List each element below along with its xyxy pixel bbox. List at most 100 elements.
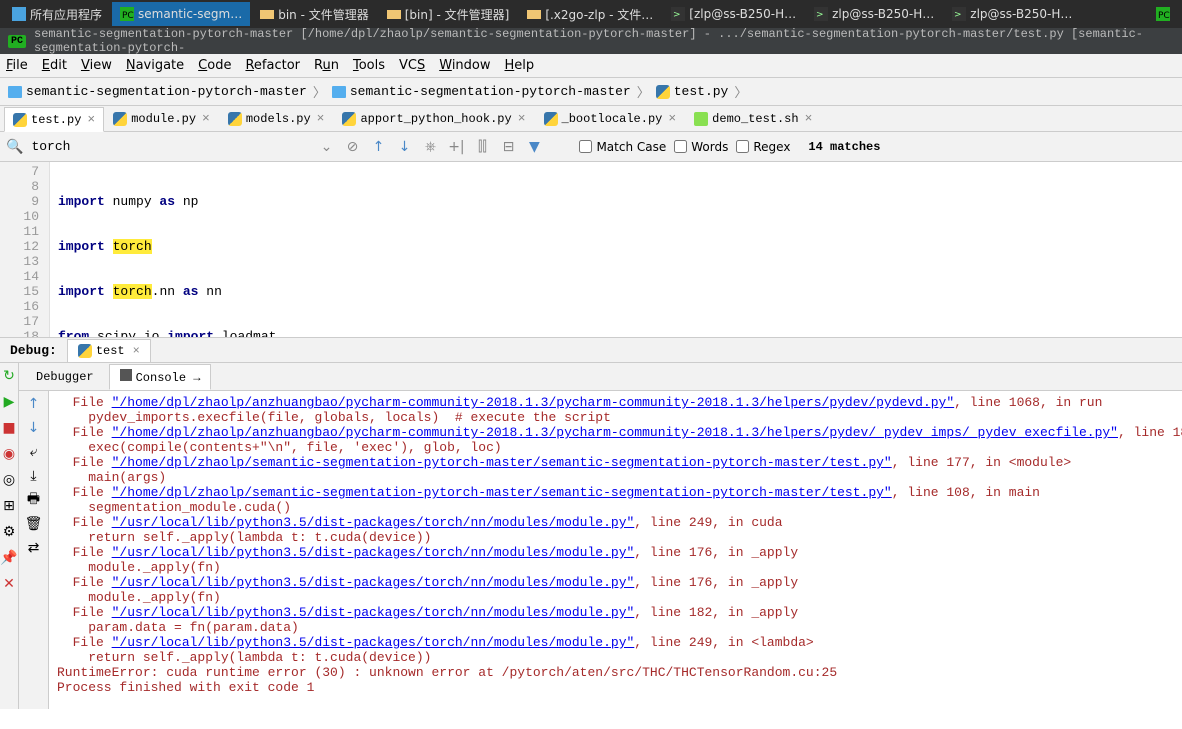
tab-module[interactable]: module.py× [104,106,219,131]
compare-icon[interactable]: ⇄ [25,539,43,557]
clear-icon[interactable]: 🗑 [25,515,43,533]
tab-label: models.py [246,112,311,126]
breadcrumb-label: semantic-segmentation-pytorch-master [350,84,631,99]
breadcrumb-item[interactable]: semantic-segmentation-pytorch-master [8,84,307,99]
editor-area: 789101112131415161718 import numpy as np… [0,162,1182,337]
menu-run[interactable]: Run [314,58,339,73]
editor-tabs: test.py× module.py× models.py × apport_py… [0,106,1182,132]
tab-demo-test[interactable]: demo_test.sh × [685,106,821,131]
match-case-checkbox[interactable]: Match Case [579,140,666,154]
stop-icon[interactable]: ■ [0,419,18,437]
debug-config-name: test [96,344,125,358]
pin-icon[interactable]: 📌 [0,549,18,567]
menu-file[interactable]: File [6,58,28,73]
ide-titlebar: PC semantic-segmentation-pytorch-master … [0,28,1182,54]
console-tab[interactable]: Console → [109,364,212,390]
taskbar-apps[interactable]: 所有应用程序 [4,2,110,26]
filemanager-icon [527,7,541,21]
close-icon[interactable]: × [805,111,813,126]
python-file-icon [13,113,27,127]
view-breakpoints-icon[interactable]: ◉ [0,445,18,463]
select-occurrences-icon[interactable]: ⫿⫿ [473,138,491,156]
menu-code[interactable]: Code [198,58,231,73]
menu-edit[interactable]: Edit [42,58,67,73]
clear-icon[interactable]: ⊘ [343,138,361,156]
soft-wrap-icon[interactable]: ⤶ [25,443,43,461]
match-count: 14 matches [808,140,880,154]
python-file-icon [228,112,242,126]
search-input[interactable] [31,139,291,154]
scroll-to-end-icon[interactable]: ⤓ [25,467,43,485]
tab-bootlocale[interactable]: _bootlocale.py× [535,106,686,131]
exclude-icon[interactable]: ⊟ [499,138,517,156]
svg-text:>: > [816,10,824,20]
close-icon[interactable]: × [87,112,95,127]
taskbar-label: 所有应用程序 [30,6,102,23]
menu-help[interactable]: Help [505,58,535,73]
taskbar-tray-pycharm[interactable]: PC [1148,2,1178,26]
taskbar-item[interactable]: [.x2go-zlp - 文件… [519,2,661,26]
svg-text:PC: PC [1158,11,1170,21]
menu-refactor[interactable]: Refactor [245,58,300,73]
arrow-down-icon[interactable]: ↓ [25,419,43,437]
code-editor[interactable]: import numpy as np import torch import t… [50,162,503,337]
chevron-right-icon: 〉 [313,82,326,101]
arrow-up-icon[interactable]: ↑ [25,395,43,413]
menu-navigate[interactable]: Navigate [126,58,184,73]
mute-breakpoints-icon[interactable]: ◎ [0,471,18,489]
tab-apport[interactable]: apport_python_hook.py× [333,106,534,131]
python-file-icon [342,112,356,126]
taskbar-label: zlp@ss-B250-H… [832,7,934,21]
python-file-icon [656,85,670,99]
close-icon[interactable]: × [518,111,526,126]
taskbar-item[interactable]: [bin] - 文件管理器] [379,2,518,26]
pycharm-icon: PC [1156,7,1170,21]
taskbar-item[interactable]: > zlp@ss-B250-H… [806,2,942,26]
tab-test[interactable]: test.py× [4,107,104,132]
arrow-up-icon[interactable]: ↑ [369,138,387,156]
find-bar: 🔍 ⌄ ⊘ ↑ ↓ ⎈ +| ⫿⫿ ⊟ ▼ Match Case Words R… [0,132,1182,162]
close-icon[interactable]: × [668,111,676,126]
debugger-tab[interactable]: Debugger [25,365,105,389]
arrow-icon: → [193,371,200,385]
taskbar-item[interactable]: bin - 文件管理器 [252,2,377,26]
select-all-icon[interactable]: ⎈ [421,138,439,156]
breadcrumb-item[interactable]: semantic-segmentation-pytorch-master [332,84,631,99]
history-icon[interactable]: ⌄ [317,138,335,156]
settings-icon[interactable]: ⚙ [0,523,18,541]
filemanager-icon [260,7,274,21]
add-selection-icon[interactable]: +| [447,138,465,156]
layout-icon[interactable]: ⊞ [0,497,18,515]
taskbar-label: [zlp@ss-B250-H… [689,7,796,21]
debug-config-tab[interactable]: test × [67,339,151,363]
folder-icon [332,86,346,98]
menu-vcs[interactable]: VCS [399,58,425,73]
menu-tools[interactable]: Tools [353,58,385,73]
taskbar-item[interactable]: > zlp@ss-B250-H… [944,2,1080,26]
tab-label: demo_test.sh [712,112,798,126]
menu-window[interactable]: Window [439,58,490,73]
svg-text:>: > [954,10,962,20]
words-checkbox[interactable]: Words [674,140,728,154]
taskbar-label: semantic-segm… [138,7,242,21]
breadcrumb-item[interactable]: test.py [656,84,729,99]
tab-models[interactable]: models.py × [219,106,334,131]
filter-icon[interactable]: ▼ [525,138,543,156]
close-icon[interactable]: × [202,111,210,126]
python-file-icon [78,344,92,358]
menu-view[interactable]: View [81,58,112,73]
console-output[interactable]: File "/home/dpl/zhaolp/anzhuangbao/pycha… [49,391,1182,709]
taskbar-item[interactable]: PC semantic-segm… [112,2,250,26]
print-icon[interactable]: 🖶 [25,491,43,509]
rerun-icon[interactable]: ↻ [0,367,18,385]
regex-checkbox[interactable]: Regex [736,140,790,154]
close-icon[interactable]: × [133,344,140,358]
arrow-down-icon[interactable]: ↓ [395,138,413,156]
svg-text:PC: PC [122,11,134,21]
taskbar-item[interactable]: > [zlp@ss-B250-H… [663,2,804,26]
resume-icon[interactable]: ▶ [0,393,18,411]
taskbar-label: [.x2go-zlp - 文件… [545,6,653,23]
shell-file-icon [694,112,708,126]
close-icon[interactable]: × [317,111,325,126]
close-icon[interactable]: ✕ [0,575,18,593]
